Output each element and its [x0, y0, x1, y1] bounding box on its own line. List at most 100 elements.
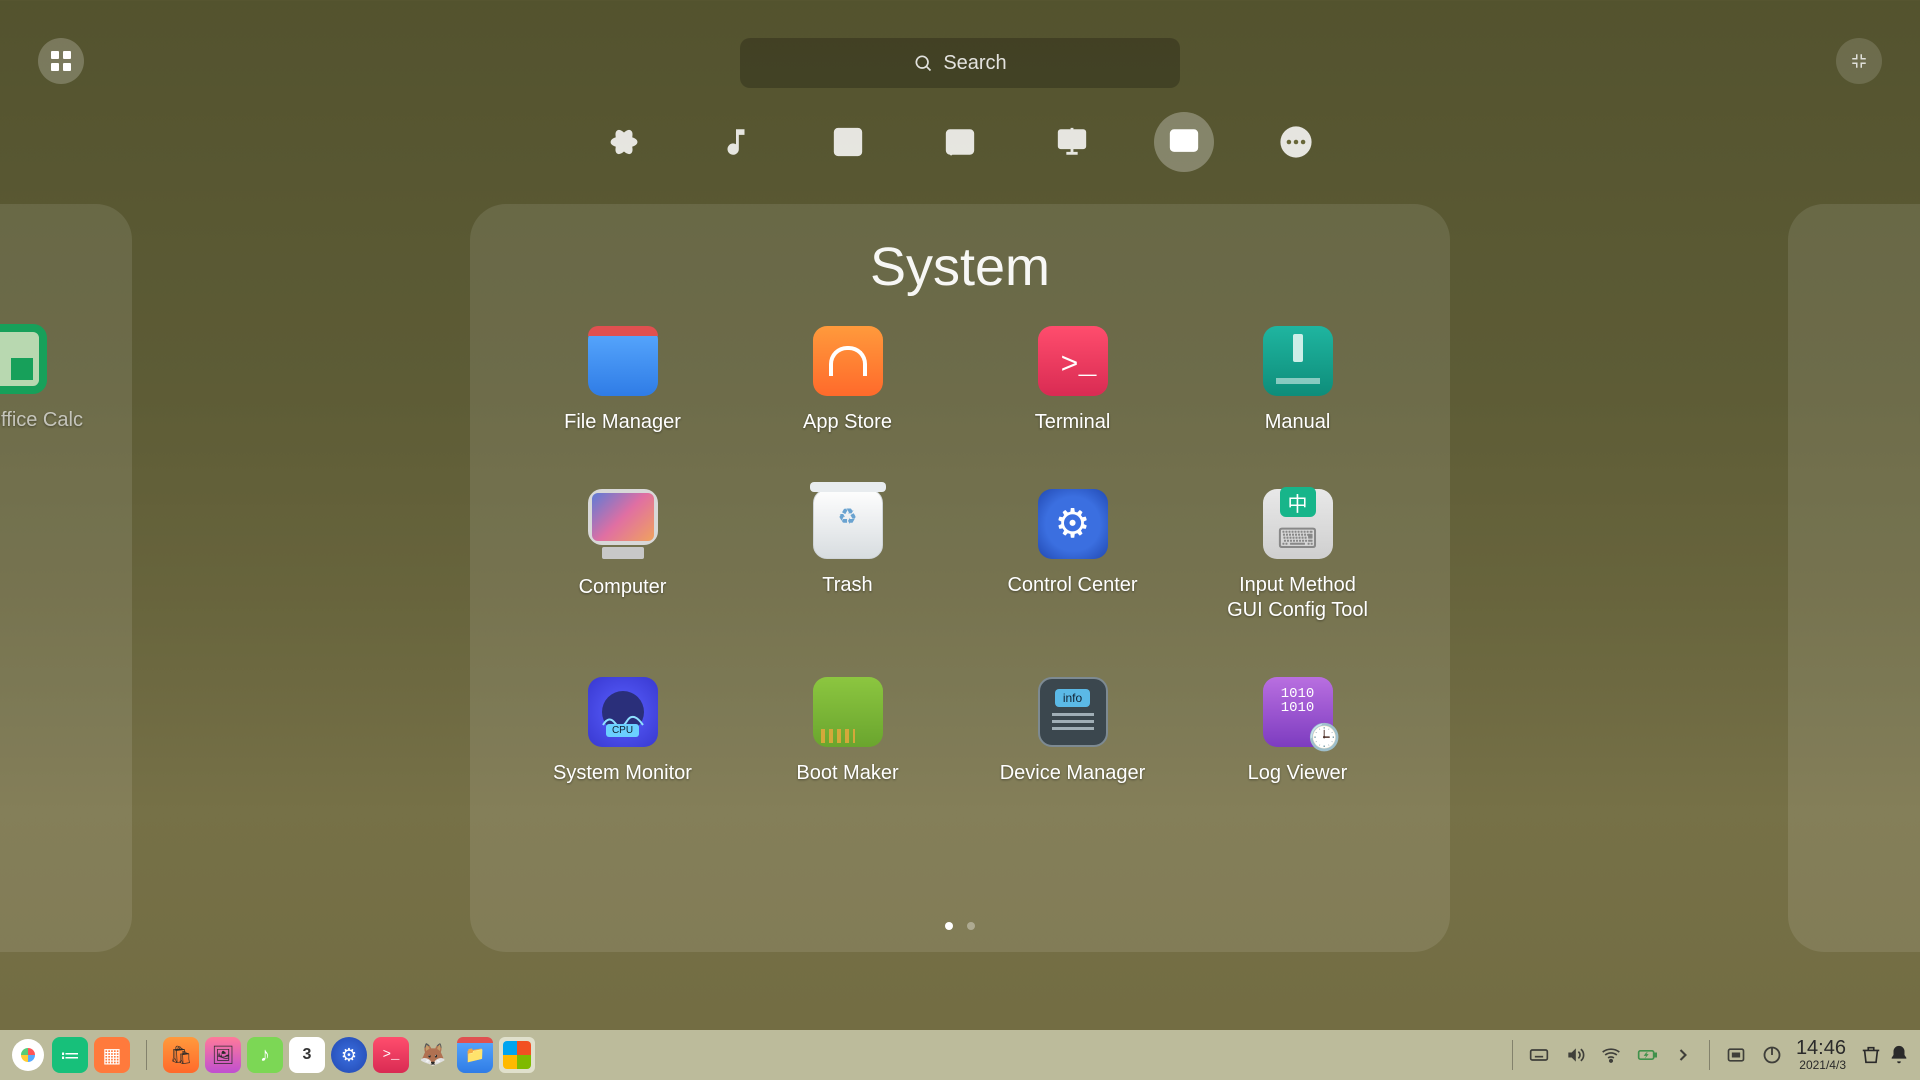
category-music[interactable] [706, 112, 766, 172]
app-label: Computer [579, 575, 667, 600]
app-app-store[interactable]: App Store [735, 326, 960, 435]
app-label: App Store [803, 410, 892, 435]
file-manager-icon [588, 326, 658, 396]
app-file-manager[interactable]: File Manager [510, 326, 735, 435]
taskbar: 14:46 2021/4/3 [0, 1030, 1920, 1080]
panel-system: System File Manager App Store Terminal M… [470, 204, 1450, 952]
app-terminal[interactable]: Terminal [960, 326, 1185, 435]
windowed-mode-button[interactable] [38, 38, 84, 84]
category-office[interactable] [1042, 112, 1102, 172]
app-label: Control Center [1007, 573, 1137, 598]
category-other[interactable] [1266, 112, 1326, 172]
notification-bell-icon[interactable] [1888, 1044, 1910, 1066]
terminal-icon [1038, 326, 1108, 396]
app-label: Input Method GUI Config Tool [1227, 573, 1368, 623]
system-monitor-icon [588, 677, 658, 747]
music-note-icon [719, 125, 753, 159]
app-trash[interactable]: Trash [735, 489, 960, 623]
manual-icon [1263, 326, 1333, 396]
device-manager-icon [1038, 677, 1108, 747]
app-label: Boot Maker [796, 761, 898, 786]
clock-time: 14:46 [1796, 1038, 1846, 1059]
app-system-monitor[interactable]: System Monitor [510, 677, 735, 786]
panel-title-other: Other [1828, 236, 1920, 296]
wifi-icon[interactable] [1601, 1045, 1621, 1065]
film-icon [831, 125, 865, 159]
taskbar-terminal[interactable] [373, 1037, 409, 1073]
app-label: Log Viewer [1248, 761, 1348, 786]
taskbar-control-center[interactable] [331, 1037, 367, 1073]
app-boot-maker[interactable]: Boot Maker [735, 677, 960, 786]
boot-maker-icon [813, 677, 883, 747]
app-libreoffice-calc[interactable]: LibreOffice Calc [0, 324, 92, 433]
taskbar-calendar[interactable] [289, 1037, 325, 1073]
panel-title-office: Office [0, 236, 92, 296]
app-label: File Manager [564, 410, 681, 435]
input-method-icon [1263, 489, 1333, 559]
presentation-icon [1055, 125, 1089, 159]
app-computer[interactable]: Computer [510, 489, 735, 623]
battery-icon[interactable] [1637, 1045, 1657, 1065]
system-window-icon [1167, 125, 1201, 159]
taskbar-clock[interactable]: 14:46 2021/4/3 [1796, 1038, 1846, 1072]
exit-fullscreen-button[interactable] [1836, 38, 1882, 84]
app-label: Manual [1265, 410, 1331, 435]
panel-office[interactable]: Office Office LibreOffice Calc [0, 204, 132, 952]
taskbar-gimp[interactable] [415, 1037, 451, 1073]
app-label: Trash [822, 573, 872, 598]
app-manual[interactable]: Manual [1185, 326, 1410, 435]
keyboard-icon[interactable] [1529, 1045, 1549, 1065]
taskbar-album[interactable] [205, 1037, 241, 1073]
chevron-right-icon[interactable] [1673, 1045, 1693, 1065]
taskbar-file-manager[interactable] [457, 1037, 493, 1073]
taskbar-music[interactable] [247, 1037, 283, 1073]
control-center-icon [1038, 489, 1108, 559]
more-icon [1279, 125, 1313, 159]
taskbar-separator [1709, 1040, 1710, 1070]
clock-date: 2021/4/3 [1796, 1059, 1846, 1072]
taskbar-launcher[interactable] [10, 1037, 46, 1073]
app-label: Terminal [1035, 410, 1111, 435]
app-label: System Monitor [553, 761, 692, 786]
app-device-manager[interactable]: Device Manager [960, 677, 1185, 786]
image-icon [943, 125, 977, 159]
trash-icon [813, 489, 883, 559]
collapse-icon [1850, 52, 1868, 70]
grid-icon [51, 51, 71, 71]
app-label: LibreOffice Calc [0, 408, 83, 433]
atom-icon [609, 127, 639, 157]
panel-other[interactable]: Other User Feedback [1788, 204, 1920, 952]
category-graphics[interactable] [930, 112, 990, 172]
app-control-center[interactable]: Control Center [960, 489, 1185, 623]
app-label: Device Manager [1000, 761, 1146, 786]
category-internet[interactable] [594, 112, 654, 172]
taskbar-separator [1512, 1040, 1513, 1070]
taskbar-separator [146, 1040, 147, 1070]
power-icon[interactable] [1762, 1045, 1782, 1065]
taskbar-show-desktop[interactable] [94, 1037, 130, 1073]
category-system[interactable] [1154, 112, 1214, 172]
trash-tray-icon[interactable] [1860, 1044, 1882, 1066]
taskbar-multitask[interactable] [52, 1037, 88, 1073]
page-indicator [945, 922, 975, 930]
tray-app-icon[interactable] [1726, 1045, 1746, 1065]
page-dot-1[interactable] [945, 922, 953, 930]
taskbar-app-store[interactable] [163, 1037, 199, 1073]
panels-row: Office Office LibreOffice Calc System Fi… [0, 204, 1920, 954]
panel-title-system: System [510, 236, 1410, 298]
app-log-viewer[interactable]: Log Viewer [1185, 677, 1410, 786]
category-strip [594, 112, 1326, 172]
app-store-icon [813, 326, 883, 396]
search-input[interactable]: Search [740, 38, 1180, 88]
page-dot-2[interactable] [967, 922, 975, 930]
search-icon [913, 53, 933, 73]
taskbar-edge[interactable] [499, 1037, 535, 1073]
app-input-method[interactable]: Input Method GUI Config Tool [1185, 489, 1410, 623]
taskbar-tray [1529, 1045, 1693, 1065]
log-viewer-icon [1263, 677, 1333, 747]
computer-icon [588, 489, 658, 545]
volume-icon[interactable] [1565, 1045, 1585, 1065]
search-placeholder: Search [943, 52, 1006, 75]
calc-icon [0, 324, 47, 394]
category-video[interactable] [818, 112, 878, 172]
